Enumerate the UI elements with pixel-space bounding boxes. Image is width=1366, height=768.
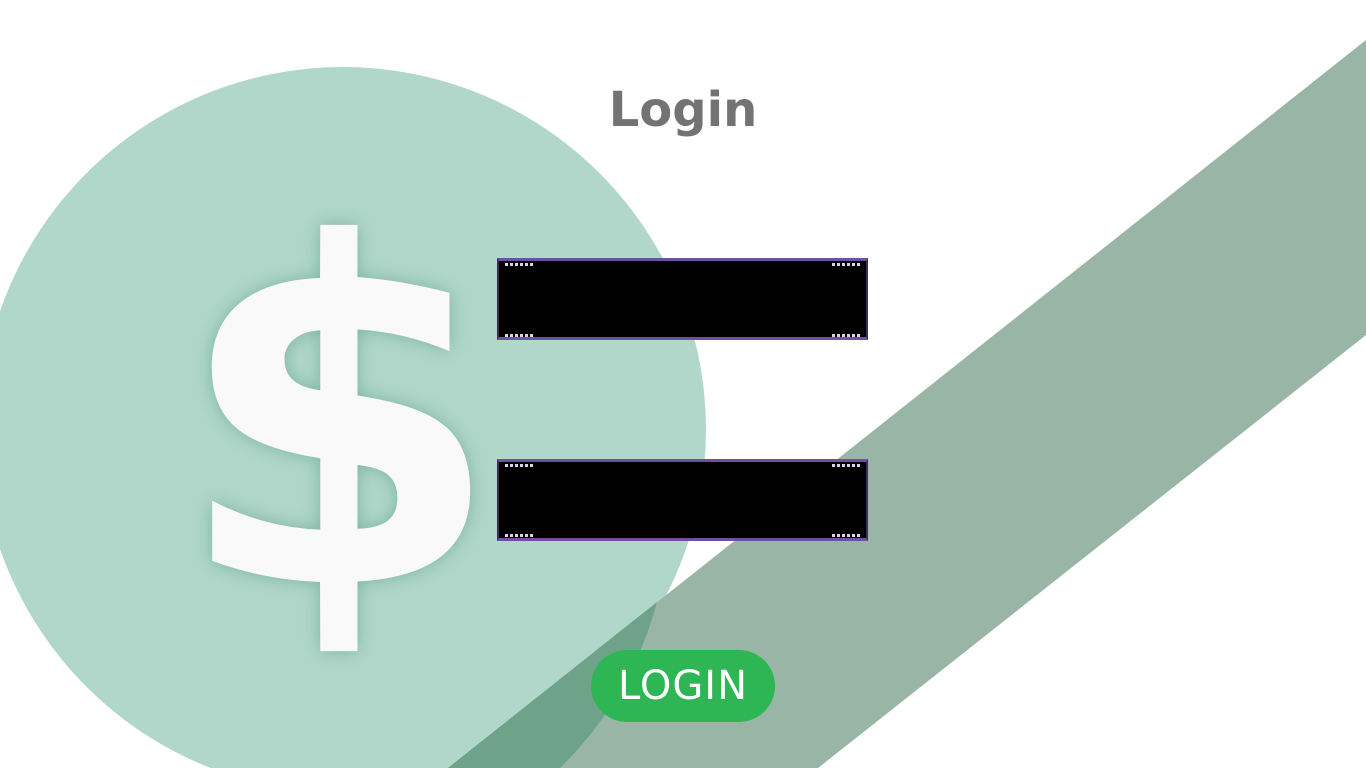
username-field-corner-deco — [832, 263, 860, 266]
username-field[interactable] — [497, 258, 868, 340]
username-field-corner-deco — [505, 334, 533, 337]
dollar-sign-icon: $ — [175, 146, 503, 693]
login-button[interactable]: LOGIN — [591, 650, 775, 722]
password-field-corner-deco — [505, 534, 533, 537]
username-field-corner-deco — [832, 334, 860, 337]
password-field-corner-deco — [505, 464, 533, 467]
password-field[interactable] — [497, 459, 868, 541]
username-field-corner-deco — [505, 263, 533, 266]
login-screen: $ Login LOGIN — [0, 0, 1366, 768]
password-field-corner-deco — [832, 464, 860, 467]
page-title: Login — [608, 82, 758, 138]
password-field-corner-deco — [832, 534, 860, 537]
